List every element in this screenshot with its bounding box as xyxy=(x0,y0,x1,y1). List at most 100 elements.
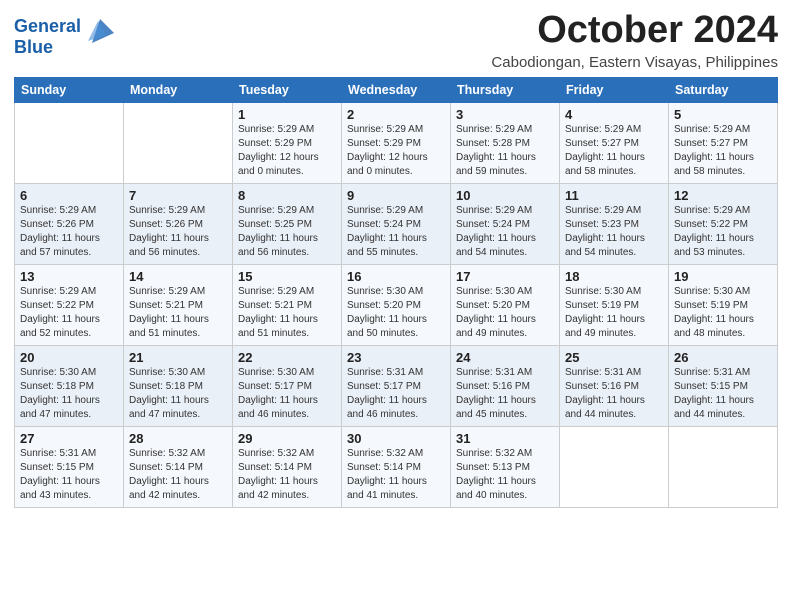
day-number: 17 xyxy=(456,269,554,284)
col-header-tuesday: Tuesday xyxy=(233,77,342,102)
day-number: 18 xyxy=(565,269,663,284)
day-detail: Sunrise: 5:31 AM Sunset: 5:16 PM Dayligh… xyxy=(565,366,663,422)
day-detail: Sunrise: 5:30 AM Sunset: 5:19 PM Dayligh… xyxy=(565,285,663,341)
calendar-cell xyxy=(560,426,669,507)
logo-general: General xyxy=(14,16,81,36)
day-detail: Sunrise: 5:30 AM Sunset: 5:20 PM Dayligh… xyxy=(456,285,554,341)
day-number: 27 xyxy=(20,431,118,446)
day-number: 9 xyxy=(347,188,445,203)
day-number: 14 xyxy=(129,269,227,284)
subtitle: Cabodiongan, Eastern Visayas, Philippine… xyxy=(491,54,778,71)
calendar-table: SundayMondayTuesdayWednesdayThursdayFrid… xyxy=(14,77,778,508)
day-detail: Sunrise: 5:29 AM Sunset: 5:22 PM Dayligh… xyxy=(20,285,118,341)
calendar-cell: 26Sunrise: 5:31 AM Sunset: 5:15 PM Dayli… xyxy=(669,345,778,426)
day-detail: Sunrise: 5:30 AM Sunset: 5:18 PM Dayligh… xyxy=(129,366,227,422)
col-header-monday: Monday xyxy=(124,77,233,102)
calendar-cell: 2Sunrise: 5:29 AM Sunset: 5:29 PM Daylig… xyxy=(342,102,451,183)
day-detail: Sunrise: 5:29 AM Sunset: 5:21 PM Dayligh… xyxy=(129,285,227,341)
day-detail: Sunrise: 5:32 AM Sunset: 5:14 PM Dayligh… xyxy=(347,447,445,503)
calendar-cell: 18Sunrise: 5:30 AM Sunset: 5:19 PM Dayli… xyxy=(560,264,669,345)
day-number: 24 xyxy=(456,350,554,365)
calendar-cell: 20Sunrise: 5:30 AM Sunset: 5:18 PM Dayli… xyxy=(15,345,124,426)
calendar-cell: 12Sunrise: 5:29 AM Sunset: 5:22 PM Dayli… xyxy=(669,183,778,264)
calendar-week-1: 1Sunrise: 5:29 AM Sunset: 5:29 PM Daylig… xyxy=(15,102,778,183)
day-detail: Sunrise: 5:29 AM Sunset: 5:26 PM Dayligh… xyxy=(20,204,118,260)
day-detail: Sunrise: 5:29 AM Sunset: 5:24 PM Dayligh… xyxy=(456,204,554,260)
title-section: October 2024 Cabodiongan, Eastern Visaya… xyxy=(491,10,778,71)
calendar-cell: 21Sunrise: 5:30 AM Sunset: 5:18 PM Dayli… xyxy=(124,345,233,426)
calendar-cell: 10Sunrise: 5:29 AM Sunset: 5:24 PM Dayli… xyxy=(451,183,560,264)
day-detail: Sunrise: 5:29 AM Sunset: 5:23 PM Dayligh… xyxy=(565,204,663,260)
calendar-cell: 7Sunrise: 5:29 AM Sunset: 5:26 PM Daylig… xyxy=(124,183,233,264)
calendar-cell: 24Sunrise: 5:31 AM Sunset: 5:16 PM Dayli… xyxy=(451,345,560,426)
calendar-cell: 3Sunrise: 5:29 AM Sunset: 5:28 PM Daylig… xyxy=(451,102,560,183)
day-number: 15 xyxy=(238,269,336,284)
day-number: 30 xyxy=(347,431,445,446)
day-number: 12 xyxy=(674,188,772,203)
day-number: 19 xyxy=(674,269,772,284)
day-number: 4 xyxy=(565,107,663,122)
calendar-cell xyxy=(669,426,778,507)
calendar-cell: 22Sunrise: 5:30 AM Sunset: 5:17 PM Dayli… xyxy=(233,345,342,426)
day-number: 20 xyxy=(20,350,118,365)
day-number: 11 xyxy=(565,188,663,203)
calendar-cell: 11Sunrise: 5:29 AM Sunset: 5:23 PM Dayli… xyxy=(560,183,669,264)
day-number: 3 xyxy=(456,107,554,122)
day-number: 2 xyxy=(347,107,445,122)
calendar-cell: 27Sunrise: 5:31 AM Sunset: 5:15 PM Dayli… xyxy=(15,426,124,507)
calendar-cell: 31Sunrise: 5:32 AM Sunset: 5:13 PM Dayli… xyxy=(451,426,560,507)
day-number: 25 xyxy=(565,350,663,365)
day-number: 21 xyxy=(129,350,227,365)
calendar-cell: 5Sunrise: 5:29 AM Sunset: 5:27 PM Daylig… xyxy=(669,102,778,183)
day-detail: Sunrise: 5:29 AM Sunset: 5:29 PM Dayligh… xyxy=(238,123,336,179)
day-number: 13 xyxy=(20,269,118,284)
calendar-cell: 6Sunrise: 5:29 AM Sunset: 5:26 PM Daylig… xyxy=(15,183,124,264)
day-detail: Sunrise: 5:29 AM Sunset: 5:27 PM Dayligh… xyxy=(565,123,663,179)
day-number: 10 xyxy=(456,188,554,203)
day-number: 28 xyxy=(129,431,227,446)
calendar-cell: 9Sunrise: 5:29 AM Sunset: 5:24 PM Daylig… xyxy=(342,183,451,264)
logo-text: General Blue xyxy=(14,16,116,57)
calendar-cell: 1Sunrise: 5:29 AM Sunset: 5:29 PM Daylig… xyxy=(233,102,342,183)
day-detail: Sunrise: 5:32 AM Sunset: 5:14 PM Dayligh… xyxy=(238,447,336,503)
day-detail: Sunrise: 5:31 AM Sunset: 5:15 PM Dayligh… xyxy=(674,366,772,422)
calendar-cell: 8Sunrise: 5:29 AM Sunset: 5:25 PM Daylig… xyxy=(233,183,342,264)
calendar-cell: 23Sunrise: 5:31 AM Sunset: 5:17 PM Dayli… xyxy=(342,345,451,426)
calendar-cell: 17Sunrise: 5:30 AM Sunset: 5:20 PM Dayli… xyxy=(451,264,560,345)
day-number: 31 xyxy=(456,431,554,446)
calendar-cell xyxy=(124,102,233,183)
col-header-saturday: Saturday xyxy=(669,77,778,102)
day-number: 1 xyxy=(238,107,336,122)
calendar-cell: 25Sunrise: 5:31 AM Sunset: 5:16 PM Dayli… xyxy=(560,345,669,426)
col-header-friday: Friday xyxy=(560,77,669,102)
day-number: 23 xyxy=(347,350,445,365)
day-detail: Sunrise: 5:29 AM Sunset: 5:21 PM Dayligh… xyxy=(238,285,336,341)
logo-icon xyxy=(84,15,116,50)
calendar-week-2: 6Sunrise: 5:29 AM Sunset: 5:26 PM Daylig… xyxy=(15,183,778,264)
day-detail: Sunrise: 5:30 AM Sunset: 5:18 PM Dayligh… xyxy=(20,366,118,422)
logo-blue: Blue xyxy=(14,37,53,57)
calendar-cell: 14Sunrise: 5:29 AM Sunset: 5:21 PM Dayli… xyxy=(124,264,233,345)
calendar-week-3: 13Sunrise: 5:29 AM Sunset: 5:22 PM Dayli… xyxy=(15,264,778,345)
calendar-week-4: 20Sunrise: 5:30 AM Sunset: 5:18 PM Dayli… xyxy=(15,345,778,426)
day-detail: Sunrise: 5:29 AM Sunset: 5:29 PM Dayligh… xyxy=(347,123,445,179)
header-row: SundayMondayTuesdayWednesdayThursdayFrid… xyxy=(15,77,778,102)
day-detail: Sunrise: 5:29 AM Sunset: 5:27 PM Dayligh… xyxy=(674,123,772,179)
col-header-wednesday: Wednesday xyxy=(342,77,451,102)
calendar-cell: 29Sunrise: 5:32 AM Sunset: 5:14 PM Dayli… xyxy=(233,426,342,507)
calendar-cell: 28Sunrise: 5:32 AM Sunset: 5:14 PM Dayli… xyxy=(124,426,233,507)
day-number: 6 xyxy=(20,188,118,203)
day-detail: Sunrise: 5:29 AM Sunset: 5:22 PM Dayligh… xyxy=(674,204,772,260)
day-detail: Sunrise: 5:30 AM Sunset: 5:20 PM Dayligh… xyxy=(347,285,445,341)
calendar-cell: 13Sunrise: 5:29 AM Sunset: 5:22 PM Dayli… xyxy=(15,264,124,345)
day-number: 5 xyxy=(674,107,772,122)
day-detail: Sunrise: 5:29 AM Sunset: 5:25 PM Dayligh… xyxy=(238,204,336,260)
day-number: 8 xyxy=(238,188,336,203)
calendar-cell: 16Sunrise: 5:30 AM Sunset: 5:20 PM Dayli… xyxy=(342,264,451,345)
day-detail: Sunrise: 5:29 AM Sunset: 5:24 PM Dayligh… xyxy=(347,204,445,260)
calendar-cell: 4Sunrise: 5:29 AM Sunset: 5:27 PM Daylig… xyxy=(560,102,669,183)
day-detail: Sunrise: 5:31 AM Sunset: 5:17 PM Dayligh… xyxy=(347,366,445,422)
day-detail: Sunrise: 5:30 AM Sunset: 5:19 PM Dayligh… xyxy=(674,285,772,341)
day-detail: Sunrise: 5:32 AM Sunset: 5:13 PM Dayligh… xyxy=(456,447,554,503)
day-detail: Sunrise: 5:30 AM Sunset: 5:17 PM Dayligh… xyxy=(238,366,336,422)
